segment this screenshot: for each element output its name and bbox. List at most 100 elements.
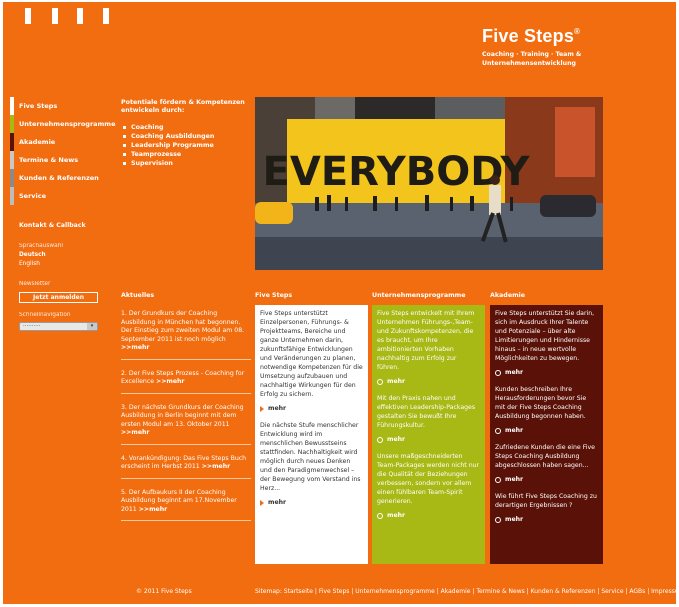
brand-reg: ®: [574, 27, 581, 36]
intro-list-item[interactable]: Coaching: [121, 123, 251, 132]
akademie-box: Five Steps unterstützt Sie darin, sich i…: [490, 305, 603, 564]
unternehmensprogramme-box: Five Steps entwickelt mit Ihrem Unterneh…: [372, 305, 485, 564]
unternehmen-more-link-3[interactable]: mehr: [377, 511, 480, 520]
heading-unternehmensprogramme: Unternehmensprogramme: [372, 292, 466, 299]
news-item[interactable]: 4. Vorankündigung: Das Five Steps Buch e…: [121, 451, 251, 479]
arrow-right-icon: [260, 499, 264, 506]
sidebar-item-akademie[interactable]: Akademie: [3, 133, 118, 151]
kontakt-link[interactable]: Kontakt & Callback: [19, 222, 86, 229]
more-label: mehr: [268, 499, 287, 506]
news-item[interactable]: 3. Der nächste Grundkurs der Coaching Au…: [121, 400, 251, 445]
unternehmen-more-link-1[interactable]: mehr: [377, 377, 480, 386]
fivesteps-more-link[interactable]: mehr: [260, 404, 363, 413]
intro-list-item[interactable]: Supervision: [121, 159, 251, 168]
logo-bar: [52, 8, 58, 24]
heading-fivesteps: Five Steps: [255, 292, 293, 299]
quick-navigation-select[interactable]: ·········· ▾: [19, 322, 98, 331]
more-label: mehr: [505, 476, 524, 483]
brand-logo[interactable]: Five Steps®: [482, 26, 580, 47]
intro-list-item[interactable]: Teamprozesse: [121, 150, 251, 159]
unternehmen-more-link-2[interactable]: mehr: [377, 435, 480, 444]
heading-aktuelles: Aktuelles: [121, 292, 155, 299]
sprachauswahl-label: Sprachauswahl: [19, 243, 63, 249]
news-item[interactable]: 5. Der Aufbaukurs II der Coaching Ausbil…: [121, 485, 251, 521]
news-more-link[interactable]: >>mehr: [121, 344, 149, 351]
sitemap-link[interactable]: Termine & News: [476, 588, 524, 595]
sidebar-item-termine-news[interactable]: Termine & News: [3, 151, 118, 169]
newsletter-signup-button[interactable]: Jetzt anmelden: [19, 292, 98, 303]
news-more-link[interactable]: >>mehr: [202, 463, 230, 470]
sidebar-color-marker: [10, 133, 14, 151]
arrow-right-icon: [260, 405, 264, 412]
news-text: 3. Der nächste Grundkurs der Coaching Au…: [121, 403, 244, 428]
unternehmen-text-1: Five Steps entwickelt mit Ihrem Unterneh…: [377, 310, 475, 371]
unternehmen-text-3: Unsere maßgeschneiderten Team-Packages w…: [377, 453, 480, 505]
more-label: mehr: [387, 378, 406, 385]
sitemap-link[interactable]: Kunden & Referenzen: [531, 588, 596, 595]
sitemap-link[interactable]: AGBs: [629, 588, 645, 595]
fivesteps-more-link-2[interactable]: mehr: [260, 498, 363, 507]
news-more-link[interactable]: >>mehr: [156, 378, 184, 385]
circle-arrow-icon: [495, 476, 501, 483]
sidebar-item-kunden-referenzen[interactable]: Kunden & Referenzen: [3, 169, 118, 187]
copyright: © 2011 Five Steps: [136, 588, 192, 595]
akademie-more-link-4[interactable]: mehr: [495, 515, 598, 524]
sidebar-nav: Five Steps Unternehmensprogramme Akademie T…: [3, 97, 118, 205]
circle-arrow-icon: [377, 378, 383, 385]
lang-english-link[interactable]: English: [19, 260, 40, 269]
intro-list-item[interactable]: Coaching Ausbildungen: [121, 132, 251, 141]
akademie-text-4: Wie führt Five Steps Coaching zu derarti…: [495, 493, 597, 509]
more-label: mehr: [387, 512, 406, 519]
sitemap-link[interactable]: Sitemap: Startseite: [255, 588, 313, 595]
intro-list-item[interactable]: Leadership Programme: [121, 141, 251, 150]
sitemap-link[interactable]: Akademie: [441, 588, 471, 595]
more-label: mehr: [505, 516, 524, 523]
more-label: mehr: [387, 436, 406, 443]
schnellnavigation-label: Schnellnavigation: [19, 312, 71, 318]
sidebar-item-label: Akademie: [19, 138, 56, 146]
brand-tagline: Coaching · Training · Team & Unternehmen…: [482, 51, 582, 67]
intro-block: Potentiale fördern & Kompetenzen entwick…: [121, 99, 251, 168]
more-label: mehr: [268, 405, 287, 412]
news-list: 1. Der Grundkurs der Coaching Ausbildung…: [121, 306, 251, 527]
akademie-more-link-1[interactable]: mehr: [495, 368, 598, 377]
akademie-text-2: Kunden beschreiben Ihre Herausforderunge…: [495, 386, 587, 420]
heading-akademie: Akademie: [490, 292, 526, 299]
sidebar-item-five-steps[interactable]: Five Steps: [3, 97, 118, 115]
sitemap-link[interactable]: Service: [601, 588, 623, 595]
sitemap-footer: Sitemap: Startseite | Five Steps | Unter…: [255, 587, 676, 597]
circle-arrow-icon: [377, 436, 383, 443]
circle-arrow-icon: [495, 516, 501, 523]
sidebar-item-service[interactable]: Service: [3, 187, 118, 205]
page: Five Steps® Coaching · Training · Team &…: [3, 2, 676, 604]
akademie-more-link-2[interactable]: mehr: [495, 426, 598, 435]
sidebar-color-marker: [10, 169, 14, 187]
news-more-link[interactable]: >>mehr: [139, 506, 167, 513]
sidebar-item-unternehmensprogramme[interactable]: Unternehmensprogramme: [3, 115, 118, 133]
akademie-more-link-3[interactable]: mehr: [495, 475, 598, 484]
sidebar-color-marker: [10, 187, 14, 205]
logo-bar: [25, 8, 31, 24]
sitemap-link[interactable]: Unternehmensprogramme: [355, 588, 435, 595]
circle-arrow-icon: [495, 369, 501, 376]
sitemap-link[interactable]: Five Steps: [319, 588, 350, 595]
news-more-link[interactable]: >>mehr: [121, 429, 149, 436]
fivesteps-box: Five Steps unterstützt Einzelpersonen, F…: [255, 305, 368, 564]
news-text: 1. Der Grundkurs der Coaching Ausbildung…: [121, 310, 245, 343]
hero-image: EVERYBODY: [255, 97, 603, 270]
news-item[interactable]: 2. Der Five Steps Prozess - Coaching for…: [121, 366, 251, 394]
sitemap-link[interactable]: Impressum: [651, 588, 676, 595]
circle-arrow-icon: [495, 427, 501, 434]
circle-arrow-icon: [377, 512, 383, 519]
intro-list: Coaching Coaching Ausbildungen Leadership …: [121, 123, 251, 168]
hero-photo: EVERYBODY: [255, 97, 603, 270]
fivesteps-text-2: Die nächste Stufe menschlicher Entwicklu…: [260, 422, 361, 492]
news-item[interactable]: 1. Der Grundkurs der Coaching Ausbildung…: [121, 306, 251, 360]
sidebar-item-label: Termine & News: [19, 156, 79, 164]
lang-deutsch-link[interactable]: Deutsch: [19, 251, 46, 260]
logo-bar: [103, 8, 109, 24]
more-label: mehr: [505, 427, 524, 434]
sidebar-item-label: Service: [19, 192, 47, 200]
sidebar-item-label: Unternehmensprogramme: [19, 120, 116, 128]
akademie-text-1: Five Steps unterstützt Sie darin, sich i…: [495, 310, 595, 362]
